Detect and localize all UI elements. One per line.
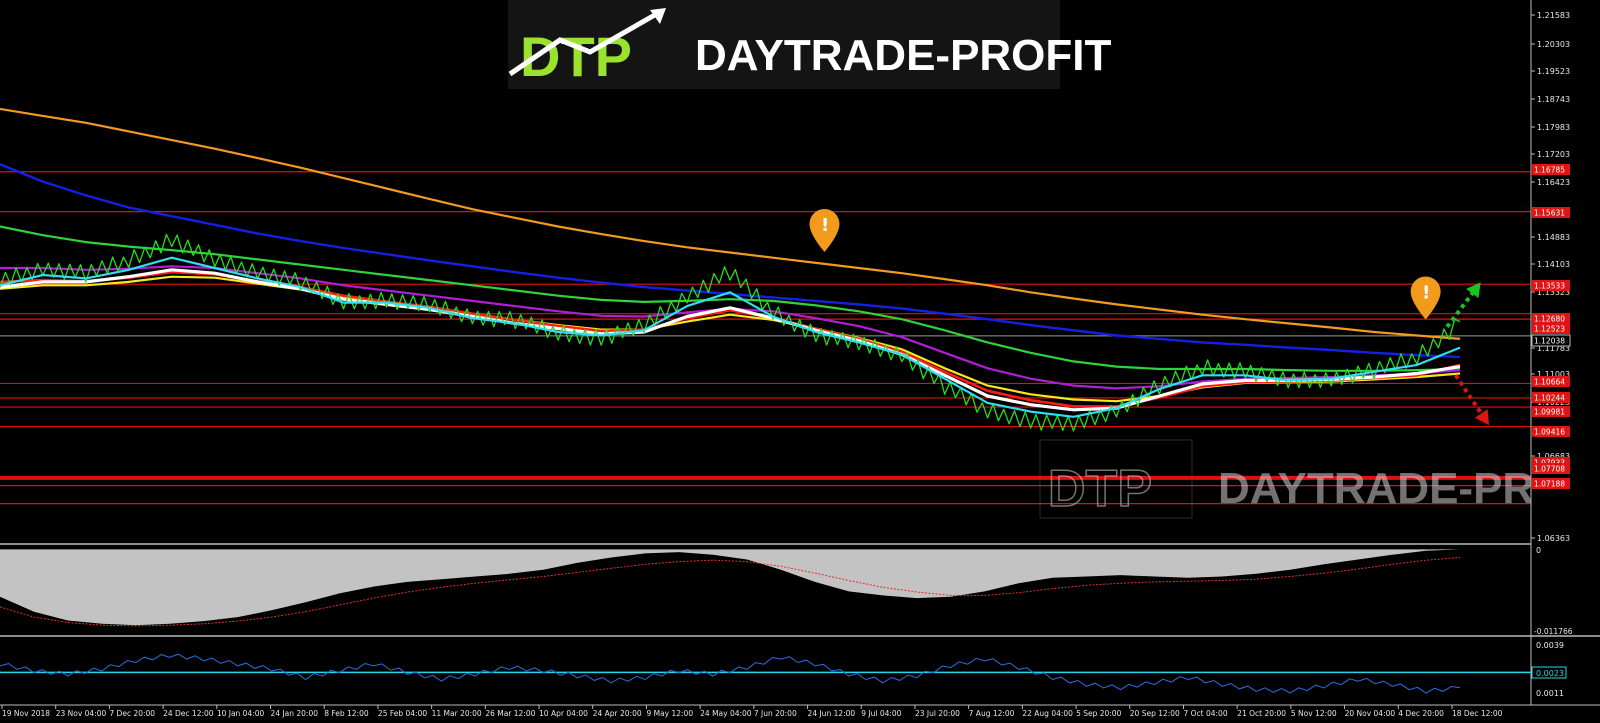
x-tick-label: 19 Nov 2018 [2, 709, 50, 718]
price-tag-label: 1.09416 [1534, 428, 1565, 437]
x-tick-label: 23 Nov 04:00 [56, 709, 107, 718]
x-tick-label: 25 Feb 04:00 [378, 709, 427, 718]
x-tick-label: 10 Apr 04:00 [539, 709, 588, 718]
alert-marker-glyph: ! [1422, 282, 1430, 303]
y-tick-label: 1.17203 [1537, 150, 1570, 159]
watermark-mark: DTP [1048, 460, 1152, 518]
x-tick-label: 20 Sep 12:00 [1130, 709, 1180, 718]
y-tick-label: 1.06363 [1537, 534, 1570, 543]
x-tick-label: 23 Jul 20:00 [915, 709, 960, 718]
x-tick-label: 4 Dec 20:00 [1398, 709, 1444, 718]
price-tag-label: 1.10244 [1534, 394, 1565, 403]
x-tick-label: 20 Nov 04:00 [1345, 709, 1396, 718]
x-tick-label: 7 Aug 12:00 [969, 709, 1015, 718]
lower-level-label: 0.0023 [1536, 669, 1564, 678]
alert-marker-glyph: ! [821, 215, 829, 236]
x-tick-label: 7 Oct 04:00 [1183, 709, 1227, 718]
logo-text: DAYTRADE-PROFIT [695, 31, 1112, 80]
x-tick-label: 7 Jun 20:00 [754, 709, 797, 718]
price-tag-label: 1.16785 [1534, 166, 1565, 175]
x-tick-label: 5 Nov 12:00 [1291, 709, 1337, 718]
price-tag-label: 1.07708 [1534, 465, 1565, 474]
logo-banner: DTP DAYTRADE-PROFIT [508, 0, 1112, 89]
y-tick-label: 1.14883 [1537, 233, 1570, 242]
x-tick-label: 7 Dec 20:00 [109, 709, 155, 718]
x-tick-label: 24 Dec 12:00 [163, 709, 214, 718]
x-tick-label: 18 Dec 12:00 [1452, 709, 1503, 718]
y-tick-label: 1.17983 [1537, 123, 1570, 132]
price-tag-label: 1.13533 [1534, 282, 1565, 291]
price-tag-label: 1.12680 [1534, 315, 1565, 324]
price-tag-label: 1.07188 [1534, 480, 1565, 489]
price-tag-label: 1.09981 [1534, 408, 1565, 417]
x-tick-label: 9 May 12:00 [646, 709, 693, 718]
x-tick-label: 24 May 04:00 [700, 709, 752, 718]
oscillator-tick-0: 0 [1536, 546, 1541, 555]
y-tick-label: 1.16423 [1537, 178, 1570, 187]
price-tag-label: 1.12038 [1534, 337, 1565, 346]
x-tick-label: 22 Aug 04:00 [1022, 709, 1073, 718]
price-tag-label: 1.10664 [1534, 378, 1565, 387]
x-tick-label: 10 Jan 04:00 [217, 709, 265, 718]
price-tag-label: 1.12523 [1534, 325, 1565, 334]
y-tick-label: 1.14103 [1537, 260, 1570, 269]
x-tick-label: 11 Mar 20:00 [432, 709, 482, 718]
x-tick-label: 9 Jul 04:00 [861, 709, 901, 718]
lower-tick-0: 0.0039 [1536, 641, 1564, 650]
y-tick-label: 1.19523 [1537, 67, 1570, 76]
oscillator-tick-1: -0.011766 [1534, 627, 1573, 636]
x-tick-label: 26 Mar 12:00 [485, 709, 535, 718]
y-tick-label: 1.21583 [1537, 11, 1570, 20]
x-tick-label: 5 Sep 20:00 [1076, 709, 1122, 718]
x-tick-label: 24 Apr 20:00 [593, 709, 642, 718]
x-tick-label: 8 Feb 12:00 [324, 709, 369, 718]
x-tick-label: 21 Oct 20:00 [1237, 709, 1286, 718]
price-tag-label: 1.15631 [1534, 209, 1565, 218]
x-tick-label: 24 Jun 12:00 [808, 709, 856, 718]
x-tick-label: 24 Jan 20:00 [271, 709, 319, 718]
trading-chart: !! DTP DAYTRADE-PROFIT DTP DAYTRADE-PROF… [0, 0, 1600, 723]
y-tick-label: 1.20303 [1537, 40, 1570, 49]
lower-tick-2: 0.0011 [1536, 689, 1564, 698]
y-tick-label: 1.18743 [1537, 95, 1570, 104]
